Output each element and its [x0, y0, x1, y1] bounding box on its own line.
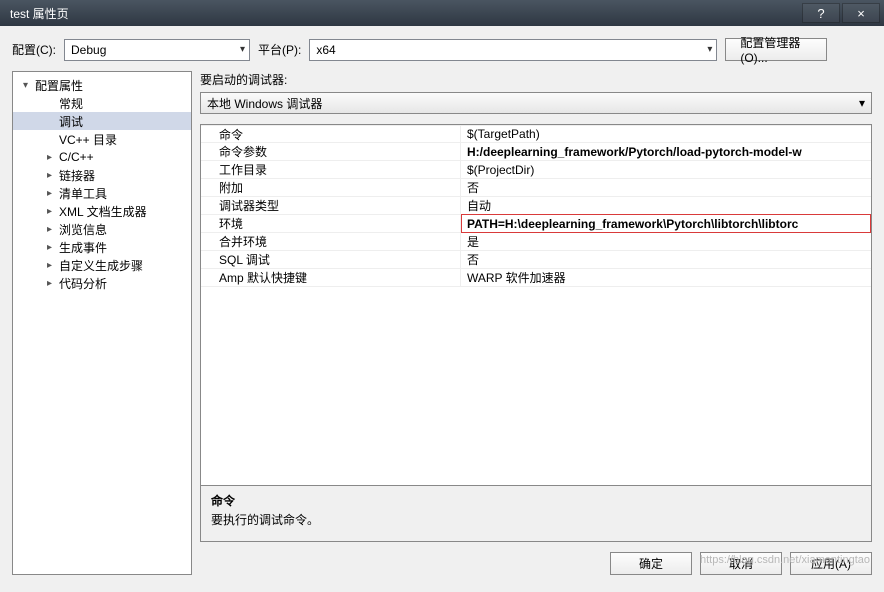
help-button[interactable]: ? — [802, 3, 840, 23]
tree-item-label: 配置属性 — [35, 77, 83, 94]
debugger-dropdown[interactable]: 本地 Windows 调试器 ▾ — [200, 92, 872, 114]
property-grid: 命令$(TargetPath)命令参数H:/deeplearning_frame… — [200, 124, 872, 542]
tree-item-label: 调试 — [59, 113, 83, 130]
dialog-footer: 确定 取消 应用(A) — [200, 552, 872, 575]
property-row[interactable]: 命令$(TargetPath) — [201, 125, 871, 143]
platform-value: x64 — [316, 43, 335, 57]
tree-item-label: 常规 — [59, 95, 83, 112]
ok-button[interactable]: 确定 — [610, 552, 692, 575]
tree-item[interactable]: ▸生成事件 — [13, 238, 191, 256]
property-label: 命令 — [201, 126, 461, 142]
property-row[interactable]: 命令参数H:/deeplearning_framework/Pytorch/lo… — [201, 143, 871, 161]
tree-item[interactable]: ▸C/C++ — [13, 148, 191, 166]
chevron-down-icon: ▾ — [707, 44, 712, 55]
property-value[interactable]: $(ProjectDir) — [461, 161, 871, 178]
expand-icon[interactable]: ▸ — [47, 224, 59, 235]
config-value: Debug — [71, 43, 106, 57]
property-value[interactable]: PATH=H:\deeplearning_framework\Pytorch\l… — [461, 215, 871, 232]
tree-item-label: XML 文档生成器 — [59, 203, 147, 220]
property-row[interactable]: SQL 调试否 — [201, 251, 871, 269]
config-manager-button[interactable]: 配置管理器(O)... — [725, 38, 827, 61]
tree-item-label: 链接器 — [59, 167, 95, 184]
tree-item[interactable]: ▾配置属性 — [13, 76, 191, 94]
property-value[interactable]: 自动 — [461, 197, 871, 214]
description-panel: 命令 要执行的调试命令。 — [201, 485, 871, 541]
close-button[interactable]: × — [842, 3, 880, 23]
tree-item[interactable]: ▸XML 文档生成器 — [13, 202, 191, 220]
property-value[interactable]: H:/deeplearning_framework/Pytorch/load-p… — [461, 143, 871, 160]
property-grid-body[interactable]: 命令$(TargetPath)命令参数H:/deeplearning_frame… — [201, 125, 871, 485]
property-label: SQL 调试 — [201, 251, 461, 268]
config-label: 配置(C): — [12, 41, 56, 58]
tree-item-label: VC++ 目录 — [59, 131, 117, 148]
main-area: ▾配置属性常规调试VC++ 目录▸C/C++▸链接器▸清单工具▸XML 文档生成… — [12, 71, 872, 575]
cancel-button[interactable]: 取消 — [700, 552, 782, 575]
property-value[interactable]: 是 — [461, 233, 871, 250]
tree-item[interactable]: 调试 — [13, 112, 191, 130]
tree-item[interactable]: ▸链接器 — [13, 166, 191, 184]
property-label: 调试器类型 — [201, 197, 461, 214]
config-row: 配置(C): Debug ▾ 平台(P): x64 ▾ 配置管理器(O)... — [12, 38, 872, 61]
property-value[interactable]: WARP 软件加速器 — [461, 269, 871, 286]
property-row[interactable]: 合并环境是 — [201, 233, 871, 251]
tree-item-label: 生成事件 — [59, 239, 107, 256]
titlebar: test 属性页 ? × — [0, 0, 884, 26]
config-dropdown[interactable]: Debug ▾ — [64, 39, 250, 61]
property-row[interactable]: 附加否 — [201, 179, 871, 197]
tree-item[interactable]: ▸自定义生成步骤 — [13, 256, 191, 274]
tree-item[interactable]: ▸代码分析 — [13, 274, 191, 292]
property-label: 工作目录 — [201, 161, 461, 178]
property-row[interactable]: Amp 默认快捷键WARP 软件加速器 — [201, 269, 871, 287]
property-label: 命令参数 — [201, 143, 461, 160]
debugger-launch-label: 要启动的调试器: — [200, 71, 872, 88]
tree-panel[interactable]: ▾配置属性常规调试VC++ 目录▸C/C++▸链接器▸清单工具▸XML 文档生成… — [12, 71, 192, 575]
expand-icon[interactable]: ▸ — [47, 206, 59, 217]
chevron-down-icon: ▾ — [240, 44, 245, 55]
expand-icon[interactable]: ▸ — [47, 278, 59, 289]
tree-item[interactable]: ▸清单工具 — [13, 184, 191, 202]
debugger-value: 本地 Windows 调试器 — [207, 95, 322, 112]
property-value[interactable]: 否 — [461, 251, 871, 268]
tree-item-label: C/C++ — [59, 150, 94, 164]
dialog-content: 配置(C): Debug ▾ 平台(P): x64 ▾ 配置管理器(O)... … — [0, 26, 884, 592]
tree-item-label: 浏览信息 — [59, 221, 107, 238]
platform-label: 平台(P): — [258, 41, 301, 58]
tree-item-label: 代码分析 — [59, 275, 107, 292]
property-row[interactable]: 调试器类型自动 — [201, 197, 871, 215]
property-label: 合并环境 — [201, 233, 461, 250]
tree-item[interactable]: 常规 — [13, 94, 191, 112]
description-text: 要执行的调试命令。 — [211, 511, 861, 528]
apply-button[interactable]: 应用(A) — [790, 552, 872, 575]
property-label: Amp 默认快捷键 — [201, 269, 461, 286]
property-label: 附加 — [201, 179, 461, 196]
tree-item[interactable]: VC++ 目录 — [13, 130, 191, 148]
property-label: 环境 — [201, 215, 461, 232]
description-title: 命令 — [211, 492, 861, 509]
right-panel: 要启动的调试器: 本地 Windows 调试器 ▾ 命令$(TargetPath… — [200, 71, 872, 575]
expand-icon[interactable]: ▸ — [47, 260, 59, 271]
tree-item-label: 自定义生成步骤 — [59, 257, 143, 274]
expand-icon[interactable]: ▸ — [47, 170, 59, 181]
property-value[interactable]: $(TargetPath) — [461, 126, 871, 142]
expand-icon[interactable]: ▸ — [47, 152, 59, 163]
property-row[interactable]: 工作目录$(ProjectDir) — [201, 161, 871, 179]
platform-dropdown[interactable]: x64 ▾ — [309, 39, 717, 61]
expand-icon[interactable]: ▸ — [47, 188, 59, 199]
window-title: test 属性页 — [4, 5, 800, 22]
property-row[interactable]: 环境PATH=H:\deeplearning_framework\Pytorch… — [201, 215, 871, 233]
collapse-icon[interactable]: ▾ — [23, 80, 35, 91]
tree-item[interactable]: ▸浏览信息 — [13, 220, 191, 238]
expand-icon[interactable]: ▸ — [47, 242, 59, 253]
tree-item-label: 清单工具 — [59, 185, 107, 202]
chevron-down-icon: ▾ — [859, 96, 865, 110]
property-value[interactable]: 否 — [461, 179, 871, 196]
